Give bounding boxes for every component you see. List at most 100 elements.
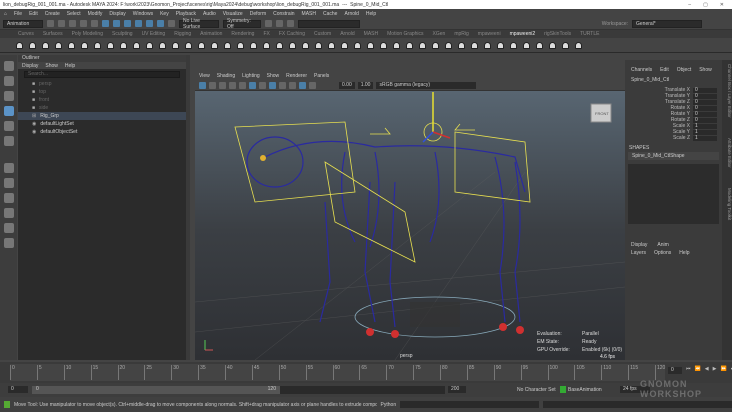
- colorspace-dropdown[interactable]: sRGB gamma (legacy): [376, 81, 477, 89]
- camera-select-icon[interactable]: [199, 81, 206, 89]
- shelf-button-icon[interactable]: [393, 41, 400, 49]
- shelf-button-icon[interactable]: [484, 41, 491, 49]
- channel-value[interactable]: 1: [693, 135, 717, 141]
- outliner-menu-help[interactable]: Help: [65, 63, 75, 69]
- layer-tab-anim[interactable]: Anim: [657, 242, 668, 248]
- shelf-button-icon[interactable]: [172, 41, 179, 49]
- symmetry-dropdown[interactable]: Symmetry: Off: [223, 18, 261, 30]
- image-plane-icon[interactable]: [229, 81, 236, 89]
- shelf-button-icon[interactable]: [263, 41, 270, 49]
- outliner-item[interactable]: ◉ defaultObjectSet: [18, 128, 186, 136]
- viewport-menu-renderer[interactable]: Renderer: [286, 73, 307, 79]
- scale-tool-icon[interactable]: [3, 136, 14, 146]
- isolate-icon[interactable]: [309, 81, 316, 89]
- lasso-tool-icon[interactable]: [3, 76, 14, 86]
- shelf-button-icon[interactable]: [445, 41, 452, 49]
- exposure-field[interactable]: 0.00: [339, 81, 355, 89]
- shelf-tab-mprig[interactable]: mpRig: [454, 31, 468, 37]
- channel-value[interactable]: 0: [693, 87, 717, 93]
- shelf-tab-mash[interactable]: MASH: [364, 31, 378, 37]
- shelf-button-icon[interactable]: [146, 41, 153, 49]
- shelf-button-icon[interactable]: [328, 41, 335, 49]
- shelf-button-icon[interactable]: [81, 41, 88, 49]
- smooth-shade-icon[interactable]: [269, 81, 276, 89]
- layer-menu-options[interactable]: Options: [654, 250, 671, 256]
- shelf-button-icon[interactable]: [185, 41, 192, 49]
- channel-menu-channels[interactable]: Channels: [631, 67, 652, 73]
- shelf-button-icon[interactable]: [406, 41, 413, 49]
- shelf-tab-surfaces[interactable]: Surfaces: [43, 31, 63, 37]
- shelf-button-icon[interactable]: [341, 41, 348, 49]
- shelf-button-icon[interactable]: [120, 41, 127, 49]
- shelf-button-icon[interactable]: [302, 41, 309, 49]
- paint-select-icon[interactable]: [3, 91, 14, 101]
- shelf-button-icon[interactable]: [94, 41, 101, 49]
- shelf-tab-fx-caching[interactable]: FX Caching: [279, 31, 305, 37]
- shape-name[interactable]: Spine_0_Mid_CtlShape: [628, 152, 719, 160]
- shelf-button-icon[interactable]: [68, 41, 75, 49]
- rotate-tool-icon[interactable]: [3, 121, 14, 131]
- render-icon[interactable]: [265, 20, 272, 27]
- layer-menu-layers[interactable]: Layers: [631, 250, 646, 256]
- channel-value[interactable]: 0: [693, 117, 717, 123]
- shelf-button-icon[interactable]: [224, 41, 231, 49]
- grid-icon[interactable]: [239, 81, 246, 89]
- shelf-button-icon[interactable]: [523, 41, 530, 49]
- open-scene-icon[interactable]: [58, 20, 65, 27]
- viewport-menu-shading[interactable]: Shading: [217, 73, 235, 79]
- ipr-render-icon[interactable]: [276, 20, 283, 27]
- live-surface-field[interactable]: No Live Surface: [179, 18, 219, 30]
- shelf-button-icon[interactable]: [42, 41, 49, 49]
- shelf-button-icon[interactable]: [315, 41, 322, 49]
- outliner-item[interactable]: ⊞ Rig_Grp: [18, 112, 186, 120]
- shelf-tab-uv-editing[interactable]: UV Editing: [142, 31, 166, 37]
- command-language[interactable]: Python: [381, 402, 397, 408]
- play-forward-icon[interactable]: ▶: [713, 366, 717, 372]
- shelf-button-icon[interactable]: [536, 41, 543, 49]
- channel-value[interactable]: 0: [693, 99, 717, 105]
- zoom-icon[interactable]: [3, 238, 14, 248]
- move-tool-icon[interactable]: [3, 106, 14, 116]
- shelf-button-icon[interactable]: [16, 41, 23, 49]
- single-view-icon[interactable]: [3, 178, 14, 188]
- range-track[interactable]: [280, 386, 445, 394]
- menu-mash[interactable]: MASH: [302, 11, 316, 17]
- menu-playback[interactable]: Playback: [176, 11, 196, 17]
- menu-edit[interactable]: Edit: [29, 11, 38, 17]
- shelf-button-icon[interactable]: [289, 41, 296, 49]
- time-slider[interactable]: 0 5 10 15 20 25 30 35 40 45 50 55 60 65 70 75 80 85 90 95 10…: [0, 362, 732, 383]
- shelf-tab-fx[interactable]: FX: [263, 31, 269, 37]
- menu-cache[interactable]: Cache: [323, 11, 337, 17]
- lights-icon[interactable]: [289, 81, 296, 89]
- viewport[interactable]: FRONT: [194, 72, 626, 361]
- menu-audio[interactable]: Audio: [203, 11, 216, 17]
- side-tab[interactable]: Attribute Editor: [722, 138, 732, 168]
- shelf-button-icon[interactable]: [29, 41, 36, 49]
- outliner-item[interactable]: ■ persp: [18, 80, 186, 88]
- go-start-icon[interactable]: ⏮: [686, 366, 691, 372]
- channel-value[interactable]: 1: [693, 129, 717, 135]
- menu-create[interactable]: Create: [45, 11, 60, 17]
- shelf-button-icon[interactable]: [419, 41, 426, 49]
- viewport-menu-view[interactable]: View: [199, 73, 210, 79]
- shelf-tab-rigskintools[interactable]: rigSkinTools: [544, 31, 571, 37]
- shelf-tab-mpaweeni[interactable]: mpaweeni: [478, 31, 501, 37]
- wireframe-icon[interactable]: [259, 81, 266, 89]
- shelf-tab-curves[interactable]: Curves: [18, 31, 34, 37]
- textured-icon[interactable]: [279, 81, 286, 89]
- snap-curve-icon[interactable]: [146, 20, 153, 27]
- start-frame-field[interactable]: 0: [8, 386, 28, 393]
- film-gate-icon[interactable]: [249, 81, 256, 89]
- outliner-menu-display[interactable]: Display: [22, 63, 38, 69]
- select-object-icon[interactable]: [113, 20, 120, 27]
- snap-grid-icon[interactable]: [135, 20, 142, 27]
- shelf-tab-custom[interactable]: Custom: [314, 31, 331, 37]
- menu-file[interactable]: File: [14, 11, 22, 17]
- shelf-tab-turtle[interactable]: TURTLE: [580, 31, 599, 37]
- bookmark-icon[interactable]: [219, 81, 226, 89]
- select-tool-icon[interactable]: [3, 61, 14, 71]
- channel-menu-edit[interactable]: Edit: [660, 67, 669, 73]
- shelf-button-icon[interactable]: [562, 41, 569, 49]
- shelf-button-icon[interactable]: [458, 41, 465, 49]
- shelf-button-icon[interactable]: [354, 41, 361, 49]
